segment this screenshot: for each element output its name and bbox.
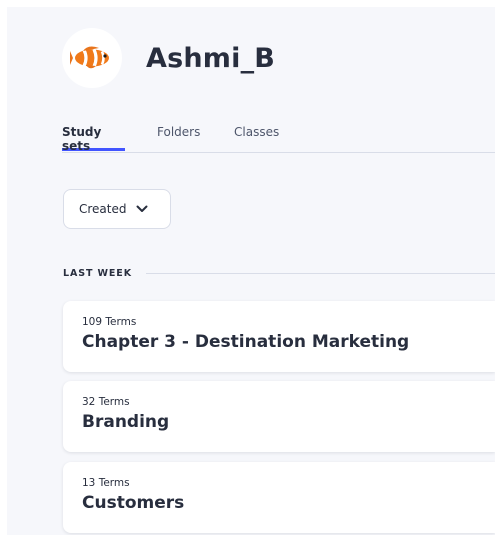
avatar[interactable] (62, 28, 122, 88)
profile-tabs: Study sets Folders Classes (62, 125, 495, 153)
profile-page: Ashmi_B Study sets Folders Classes Creat… (7, 7, 495, 535)
sort-filter-label: Created (79, 202, 127, 216)
study-set-term-count: 109 Terms (82, 316, 137, 328)
profile-header: Ashmi_B (62, 28, 275, 88)
study-set-card[interactable]: 109 Terms Chapter 3 - Destination Market… (63, 301, 495, 372)
study-set-term-count: 32 Terms (82, 396, 130, 408)
section-divider (145, 273, 495, 274)
study-set-title: Chapter 3 - Destination Marketing (82, 332, 410, 352)
tab-classes[interactable]: Classes (234, 125, 279, 139)
study-set-title: Customers (82, 493, 185, 513)
profile-username: Ashmi_B (146, 42, 276, 74)
sort-filter-dropdown[interactable]: Created (63, 189, 171, 229)
study-set-title: Branding (82, 412, 170, 432)
tab-folders[interactable]: Folders (157, 125, 200, 139)
study-set-card[interactable]: 32 Terms Branding (63, 381, 495, 452)
study-set-term-count: 13 Terms (82, 477, 130, 489)
chevron-down-icon (136, 205, 148, 213)
section-heading-last-week: LAST WEEK (63, 268, 495, 279)
study-set-card[interactable]: 13 Terms Customers (63, 462, 495, 533)
section-label: LAST WEEK (63, 268, 132, 279)
tab-study-sets[interactable]: Study sets (62, 125, 125, 153)
clownfish-avatar-icon (70, 46, 109, 69)
